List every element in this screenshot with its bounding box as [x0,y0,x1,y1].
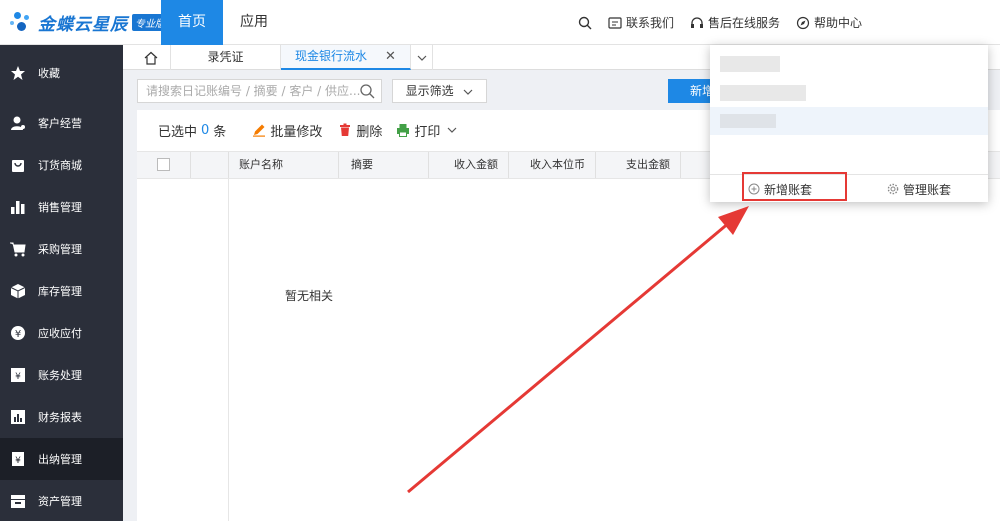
svg-text:¥: ¥ [15,329,21,340]
sidebar: 收藏 客户经营 订货商城 销售管理 采购管理 库存管理 ¥ 应收应付 ¥ 账务处… [0,45,123,521]
sidebar-item-receivable[interactable]: ¥ 应收应付 [0,312,123,354]
sidebar-item-label: 出纳管理 [38,453,82,466]
tab-overflow[interactable] [411,45,433,70]
service-link[interactable]: 售后在线服务 [690,14,780,31]
batch-edit-label: 批量修改 [270,124,323,140]
asset-icon [10,493,26,509]
tab-cash-bank[interactable]: 现金银行流水 ✕ [281,45,411,70]
top-bar: 金蝶云星辰 专业版 首页 应用 联系我们 售后在线服务 帮助中心 [0,0,1000,45]
sidebar-item-cashier[interactable]: ¥ 出纳管理 [0,438,123,480]
filter-button[interactable]: 显示筛选 [392,79,487,103]
tab-cash-bank-label: 现金银行流水 [295,49,368,63]
printer-icon [397,124,410,137]
account-set-item[interactable] [720,85,806,101]
sidebar-item-favorites[interactable]: 收藏 [0,52,123,94]
chevron-down-icon [417,55,426,61]
annotation-highlight-box [742,172,847,201]
svg-text:¥: ¥ [15,372,21,382]
contact-label: 联系我们 [625,16,674,30]
sidebar-item-label: 销售管理 [38,201,82,214]
column-header-income[interactable]: 收入金额 [429,152,509,178]
search-input[interactable]: 请搜索日记账编号 / 摘要 / 客户 / 供应... [137,79,382,103]
user-icon [10,115,26,131]
selected-prefix: 已选中 [158,124,198,140]
search-tool[interactable] [578,16,592,30]
selected-count: 0 [201,122,210,138]
manage-account-set-button[interactable]: 管理账套 [887,175,951,203]
sidebar-item-label: 财务报表 [38,411,82,424]
star-icon [10,65,26,81]
print-label: 打印 [414,124,441,140]
column-header-expense[interactable]: 支出金额 [596,152,681,178]
sidebar-item-assets[interactable]: 资产管理 [0,480,123,521]
column-header-income-base[interactable]: 收入本位币 [509,152,596,178]
headset-icon [690,16,704,30]
contact-link[interactable]: 联系我们 [608,14,674,31]
selected-suffix: 条 [213,124,227,140]
batch-edit-button[interactable]: 批量修改 [252,121,322,140]
sidebar-item-purchase[interactable]: 采购管理 [0,228,123,270]
ledger-icon: ¥ [10,367,26,383]
svg-text:¥: ¥ [15,456,21,466]
pencil-icon [253,124,266,137]
report-icon [10,409,26,425]
contact-card-icon [608,16,622,30]
empty-state-text: 暂无相关 [285,289,334,303]
sidebar-item-label: 客户经营 [38,117,82,130]
bar-chart-icon [10,199,26,215]
cart-icon [10,241,26,257]
table-check-column [137,179,229,521]
filter-label: 显示筛选 [405,84,454,98]
bag-icon [10,157,26,173]
print-button[interactable]: 打印 [396,121,457,140]
sidebar-item-label: 库存管理 [38,285,82,298]
help-link[interactable]: 帮助中心 [796,14,862,31]
compass-icon [796,16,810,30]
close-icon[interactable]: ✕ [385,44,396,69]
chevron-down-icon [463,89,473,95]
cashier-icon: ¥ [10,451,26,467]
brand-logo[interactable]: 金蝶云星辰 专业版 [10,9,168,35]
sidebar-item-label: 采购管理 [38,243,82,256]
sidebar-item-label: 订货商城 [38,159,82,172]
sidebar-item-customer[interactable]: 客户经营 [0,102,123,144]
service-label: 售后在线服务 [707,16,780,30]
gear-icon [887,183,899,195]
delete-button[interactable]: 删除 [338,121,382,140]
top-tools: 联系我们 售后在线服务 帮助中心 [578,0,862,45]
search-icon [578,16,592,30]
tab-voucher[interactable]: 录凭证 [171,45,281,70]
search-icon[interactable] [359,83,375,102]
box-icon [10,283,26,299]
nav-app[interactable]: 应用 [223,0,285,45]
sidebar-item-label: 账务处理 [38,369,82,382]
manage-account-set-label: 管理账套 [903,182,952,197]
sidebar-item-inventory[interactable]: 库存管理 [0,270,123,312]
delete-label: 删除 [356,124,383,140]
nav-home[interactable]: 首页 [161,0,223,45]
select-all-checkbox[interactable] [157,158,170,171]
yen-coin-icon: ¥ [10,325,26,341]
sidebar-item-sales[interactable]: 销售管理 [0,186,123,228]
column-header-account[interactable]: 账户名称 [229,152,339,178]
sidebar-item-label: 资产管理 [38,495,82,508]
sidebar-item-mall[interactable]: 订货商城 [0,144,123,186]
column-header-summary[interactable]: 摘要 [339,152,429,178]
brand-name: 金蝶云星辰 [38,14,128,35]
sidebar-item-label: 收藏 [38,67,60,80]
account-set-item-selected[interactable] [710,107,988,135]
select-all-cell [137,152,191,178]
home-icon [144,51,157,65]
table-header-cell [191,152,229,178]
tab-home[interactable] [131,45,171,70]
sidebar-item-reports[interactable]: 财务报表 [0,396,123,438]
help-label: 帮助中心 [813,16,862,30]
account-set-item[interactable] [720,56,780,72]
sidebar-item-accounting[interactable]: ¥ 账务处理 [0,354,123,396]
sidebar-item-label: 应收应付 [38,327,82,340]
brand-logo-icon [10,9,36,35]
chevron-down-icon [447,127,457,133]
trash-icon [340,123,351,136]
